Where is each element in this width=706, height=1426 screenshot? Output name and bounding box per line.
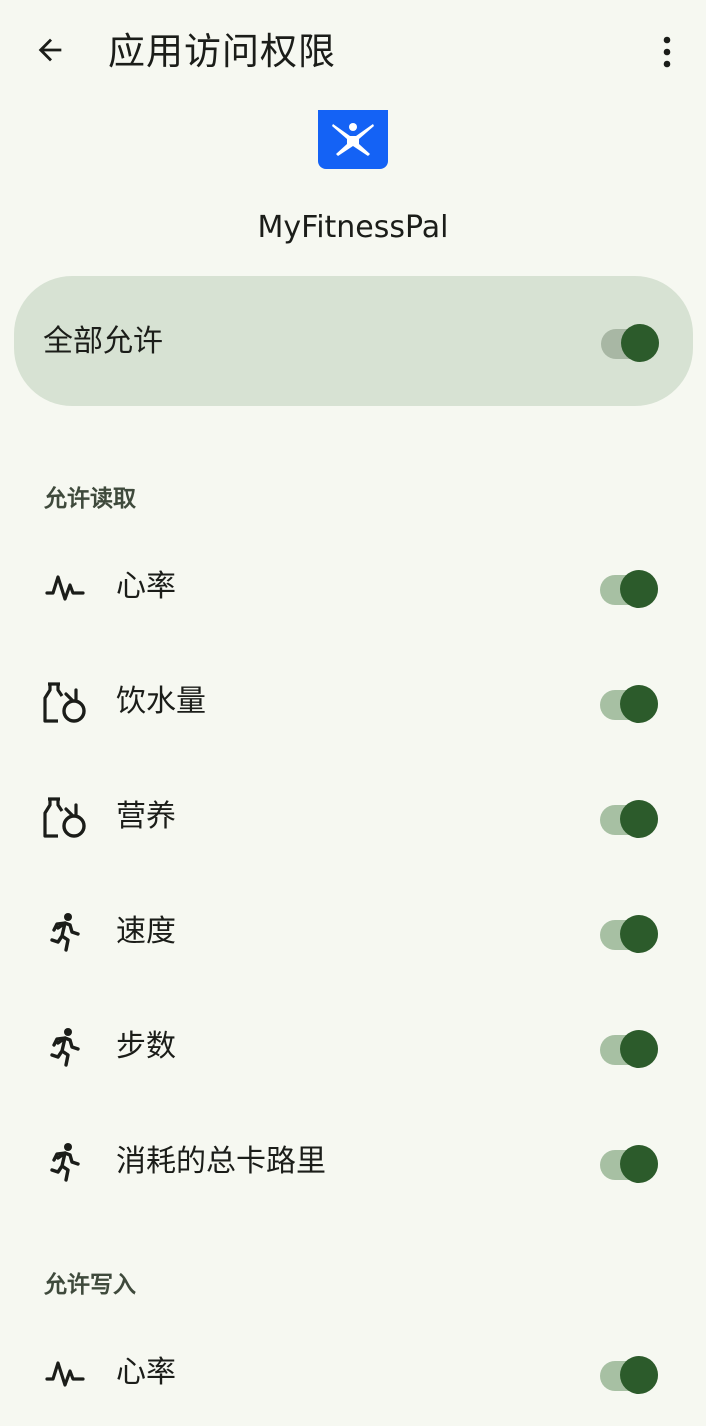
running-person-icon (38, 1135, 92, 1189)
running-person-icon (38, 1020, 92, 1074)
permission-switch[interactable] (600, 1356, 660, 1394)
permission-row-nutrition-read[interactable]: 营养 (0, 777, 706, 857)
permission-switch[interactable] (600, 570, 660, 608)
running-person-icon (38, 905, 92, 959)
section-header-read: 允许读取 (44, 486, 136, 512)
nutrition-icon (38, 675, 92, 729)
permission-row-heart-rate-read[interactable]: 心率 (0, 547, 706, 627)
permission-switch[interactable] (600, 800, 660, 838)
page-title: 应用访问权限 (108, 30, 336, 73)
switch-thumb (620, 800, 658, 838)
permission-switch[interactable] (600, 915, 660, 953)
permission-label: 消耗的总卡路里 (116, 1144, 326, 1179)
permission-switch[interactable] (600, 1145, 660, 1183)
top-app-bar: 应用访问权限 (0, 0, 706, 105)
arrow-back-icon (33, 33, 67, 71)
permission-label: 饮水量 (116, 684, 206, 719)
heart-rate-icon (38, 1346, 92, 1400)
switch-thumb (620, 570, 658, 608)
switch-thumb (620, 1356, 658, 1394)
switch-thumb (620, 1145, 658, 1183)
more-options-button[interactable] (645, 30, 689, 78)
permission-label: 营养 (116, 799, 176, 834)
more-vert-icon (661, 35, 673, 73)
switch-thumb (621, 324, 659, 362)
permission-label: 步数 (116, 1029, 176, 1064)
permission-label: 速度 (116, 914, 176, 949)
permission-row-steps-read[interactable]: 步数 (0, 1007, 706, 1087)
back-button[interactable] (26, 26, 74, 78)
permission-switch[interactable] (600, 1030, 660, 1068)
allow-all-switch[interactable] (601, 324, 661, 362)
permission-label: 心率 (116, 1355, 176, 1390)
myfitnesspal-logo-icon (318, 110, 388, 169)
permission-row-speed-read[interactable]: 速度 (0, 892, 706, 972)
section-header-write: 允许写入 (44, 1272, 136, 1298)
switch-thumb (620, 685, 658, 723)
nutrition-icon (38, 790, 92, 844)
permission-row-hydration-read[interactable]: 饮水量 (0, 662, 706, 742)
heart-rate-icon (38, 560, 92, 614)
permission-switch[interactable] (600, 685, 660, 723)
permission-row-heart-rate-write[interactable]: 心率 (0, 1333, 706, 1413)
app-name: MyFitnessPal (257, 210, 449, 245)
permission-label: 心率 (116, 569, 176, 604)
switch-thumb (620, 1030, 658, 1068)
allow-all-card[interactable]: 全部允许 (14, 276, 693, 406)
switch-thumb (620, 915, 658, 953)
permission-row-calories-read[interactable]: 消耗的总卡路里 (0, 1122, 706, 1202)
allow-all-label: 全部允许 (43, 324, 163, 359)
